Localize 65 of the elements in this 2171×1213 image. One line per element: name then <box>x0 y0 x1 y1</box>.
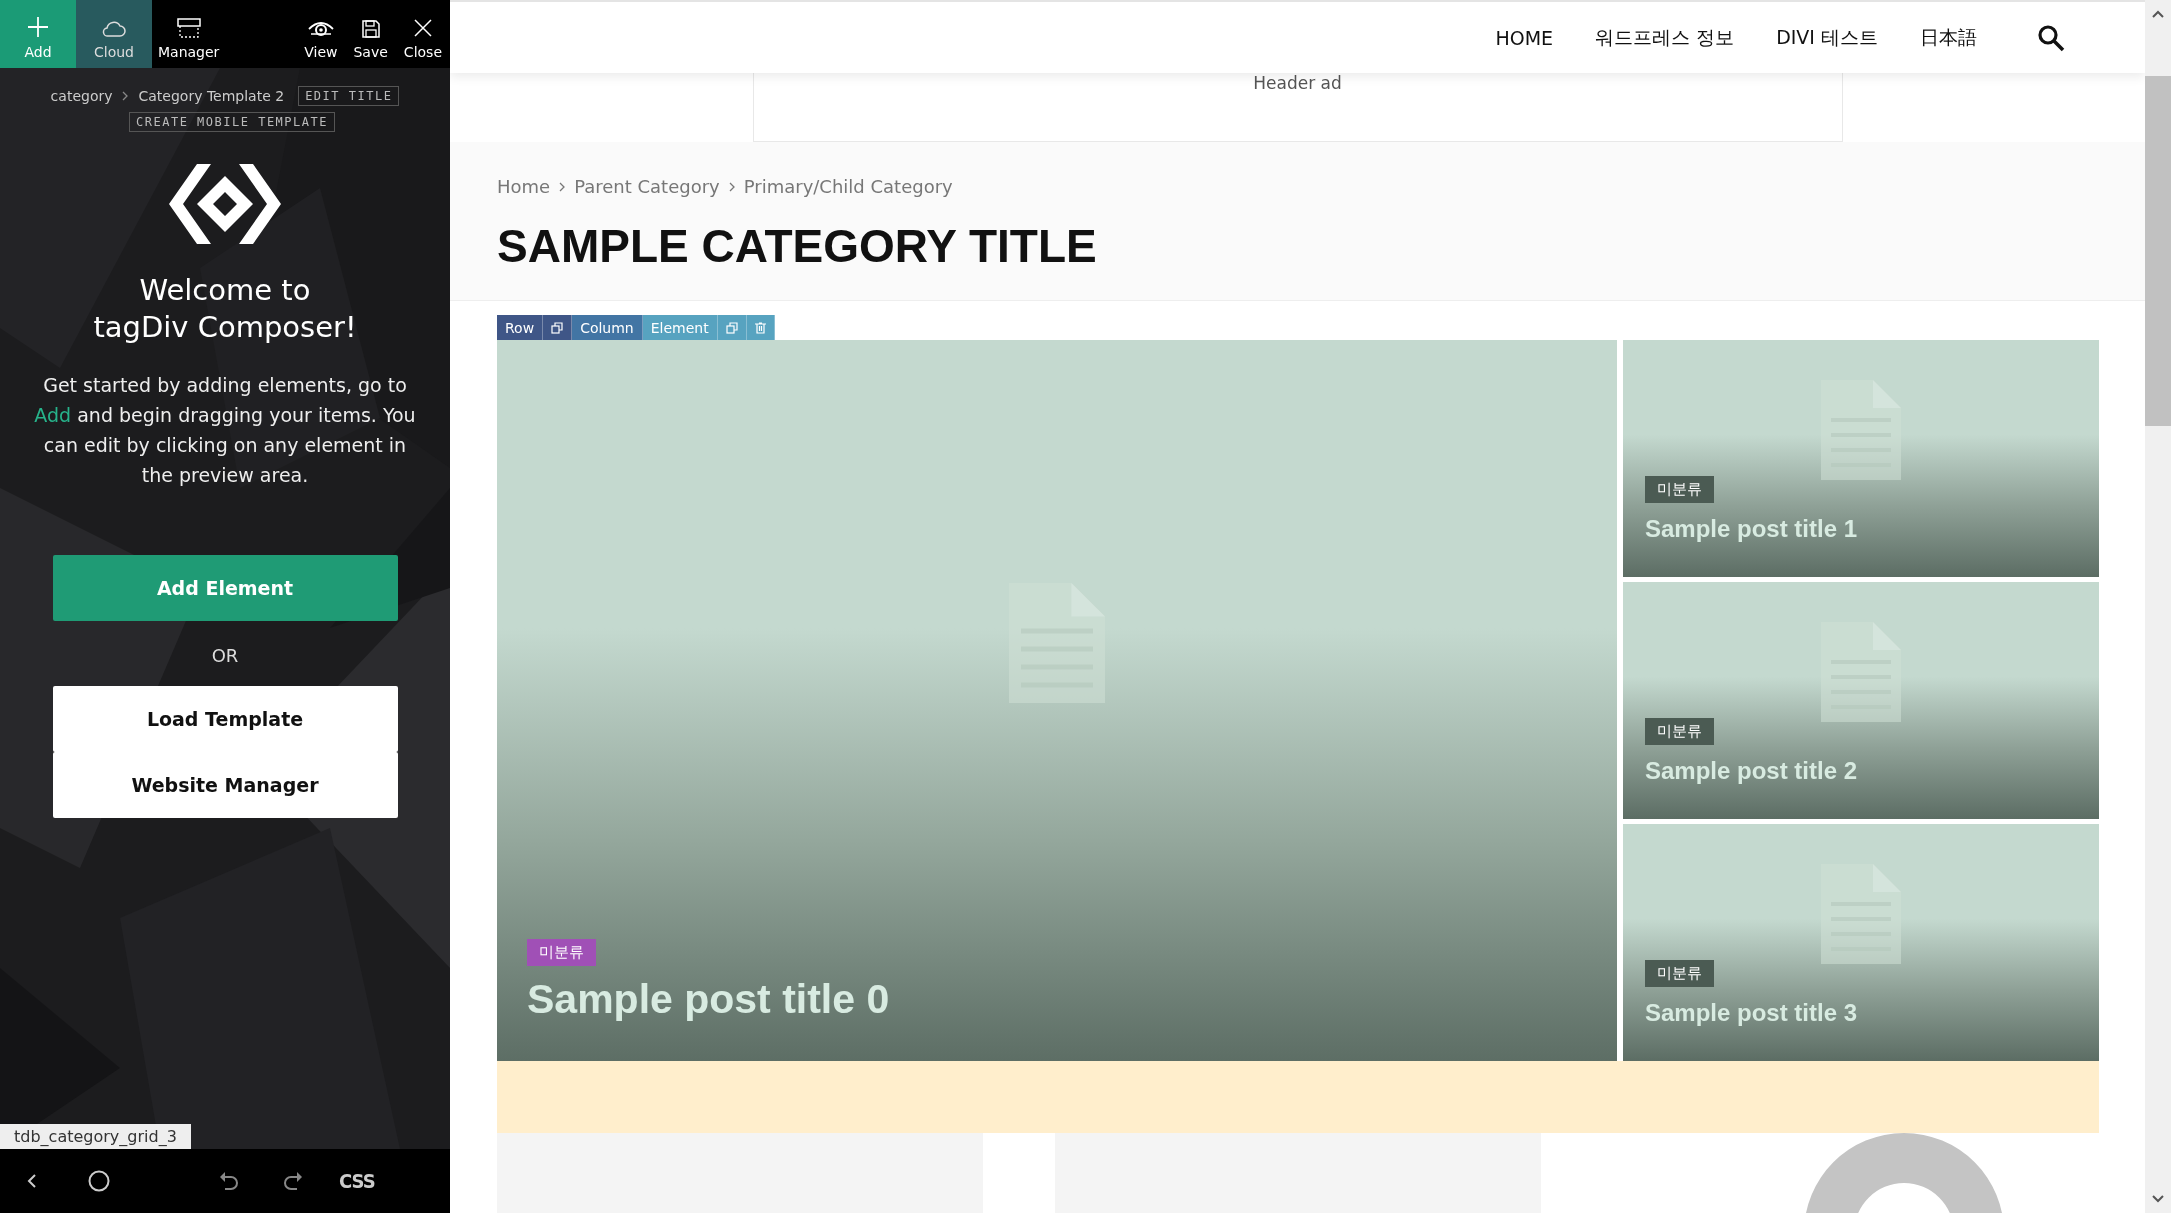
floppy-icon <box>361 20 380 38</box>
breadcrumb-item[interactable]: Category Template 2 <box>138 88 285 104</box>
back-icon[interactable] <box>26 1172 38 1190</box>
copy-icon <box>725 321 738 334</box>
row-button[interactable]: Row <box>497 315 544 340</box>
document-icon <box>1821 864 1901 965</box>
category-tag[interactable]: 미분류 <box>1645 476 1714 503</box>
post-title[interactable]: Sample post title 0 <box>527 976 890 1023</box>
circle-icon[interactable] <box>87 1169 111 1193</box>
nav-link[interactable]: DIVI 테스트 <box>1776 24 1878 51</box>
category-title: SAMPLE CATEGORY TITLE <box>497 219 1098 274</box>
add-link[interactable]: Add <box>34 404 72 426</box>
post-card[interactable]: 미분류 Sample post title 3 <box>1623 824 2099 1061</box>
view-button[interactable]: View <box>296 0 346 68</box>
chevron-icon <box>559 181 566 192</box>
welcome-title: tagDiv Composer! <box>93 309 357 346</box>
document-icon <box>1821 622 1901 723</box>
element-name-label: tdb_category_grid_3 <box>0 1124 191 1149</box>
intro-text: Get started by adding elements, go to Add and begin dragging your items. You can edit by clicking on any element in the preview area. <box>33 373 417 488</box>
column-button[interactable]: Column <box>572 315 643 340</box>
post-card[interactable]: 미분류 Sample post title 2 <box>1623 582 2099 819</box>
post-card[interactable]: 미분류 Sample post title 0 <box>497 340 1617 1061</box>
nav-link[interactable]: 日本語 <box>1920 24 1977 51</box>
category-tag[interactable]: 미분류 <box>1645 718 1714 745</box>
breadcrumb-item[interactable]: category <box>50 88 113 104</box>
save-button[interactable]: Save <box>345 0 396 68</box>
template-button[interactable]: Load Template <box>52 686 398 752</box>
edit-title-button[interactable]: EDIT TITLE <box>298 86 400 106</box>
eye-icon <box>307 20 334 38</box>
search-icon[interactable] <box>2037 23 2065 52</box>
add-element-button[interactable]: Add Element <box>52 555 398 621</box>
nav-link[interactable]: HOME <box>1495 26 1554 49</box>
layout-icon <box>176 18 201 38</box>
create-mobile-template-button[interactable]: CREATE MOBILE TEMPLATE <box>129 112 335 132</box>
or-label: OR <box>211 645 239 666</box>
scrollbar-thumb[interactable] <box>2145 76 2171 426</box>
breadcrumb-link[interactable]: Parent Category <box>574 176 720 198</box>
cloud-icon <box>101 20 127 38</box>
breadcrumb-link[interactable]: Primary/Child Category <box>743 176 953 198</box>
document-icon <box>1821 380 1901 481</box>
logo-icon <box>167 162 283 246</box>
add-button[interactable]: Add <box>0 0 76 68</box>
close-button[interactable]: Close <box>395 0 450 68</box>
row-copy-button[interactable] <box>543 315 573 340</box>
cloud-button[interactable]: Cloud <box>76 0 152 68</box>
chevron-icon <box>122 91 129 101</box>
category-tag[interactable]: 미분류 <box>1645 960 1714 987</box>
avatar-placeholder-icon <box>1804 1133 2004 1213</box>
chevron-icon <box>728 181 735 192</box>
redo-icon[interactable] <box>281 1169 305 1193</box>
close-icon <box>412 18 433 38</box>
scroll-up-icon[interactable] <box>2152 10 2164 18</box>
welcome-title: Welcome to <box>139 272 311 309</box>
post-card[interactable]: 미분류 Sample post title 1 <box>1623 340 2099 577</box>
plus-icon <box>27 16 49 38</box>
copy-icon <box>551 321 564 334</box>
scroll-down-icon[interactable] <box>2152 1195 2164 1203</box>
trash-icon <box>754 321 766 334</box>
category-tag[interactable]: 미분류 <box>527 939 596 966</box>
css-button[interactable]: CSS <box>339 1169 375 1193</box>
document-icon <box>1009 582 1105 703</box>
nav-link[interactable]: 워드프레스 정보 <box>1595 24 1735 51</box>
template-button[interactable]: Website Manager <box>52 752 398 818</box>
manager-button[interactable]: Manager <box>152 0 226 68</box>
breadcrumb-link[interactable]: Home <box>497 176 551 198</box>
